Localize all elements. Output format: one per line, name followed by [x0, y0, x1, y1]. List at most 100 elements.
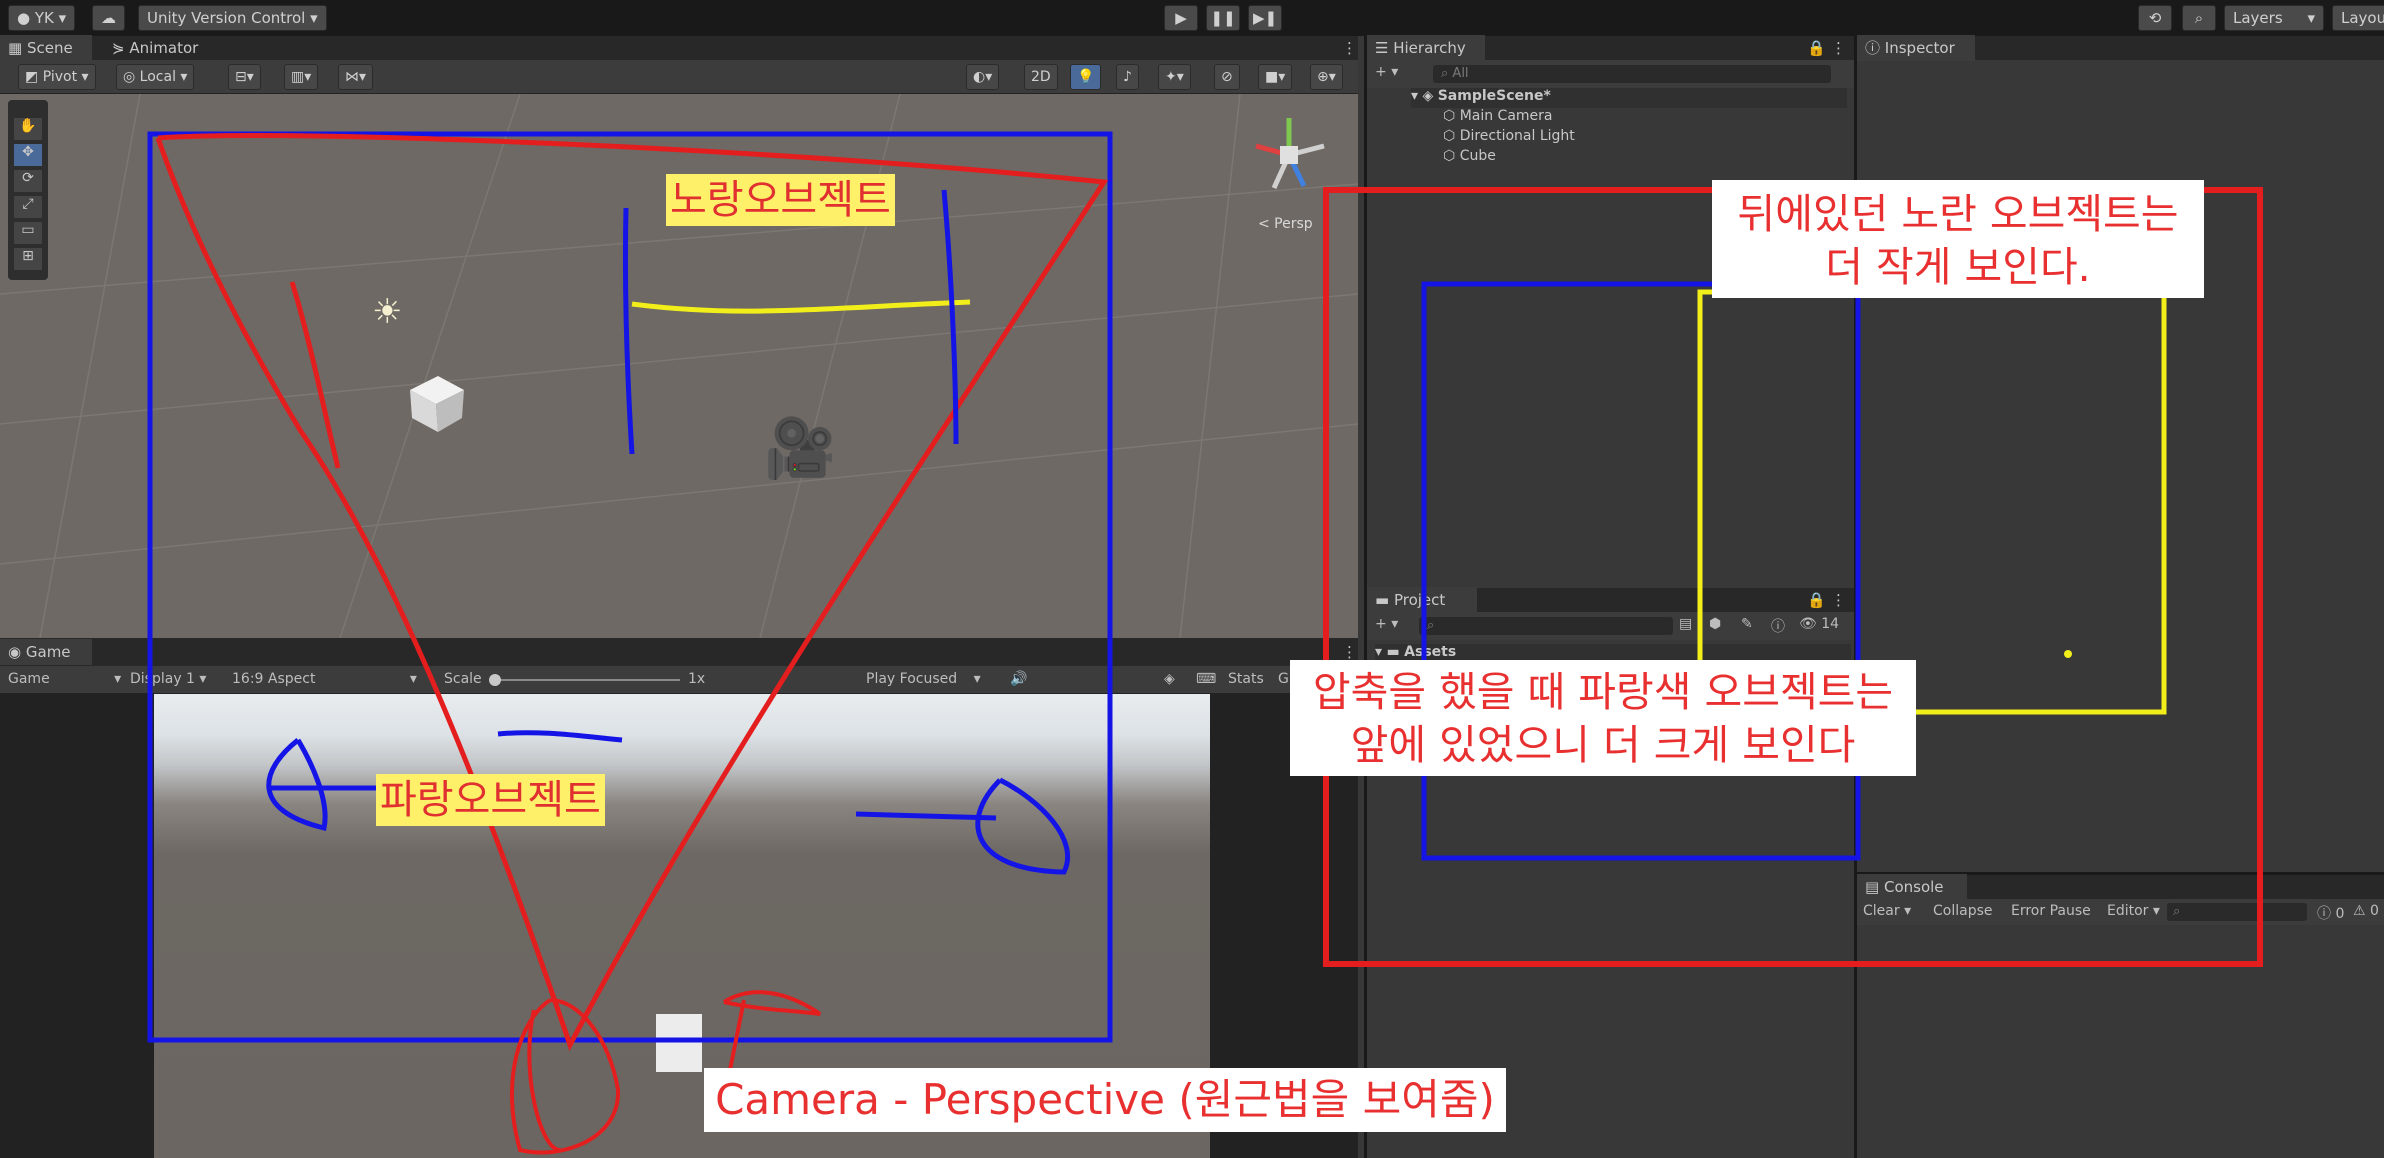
console-warning-count[interactable]: ⚠ 0 [2353, 903, 2379, 919]
game-dropdown[interactable]: Game ▾ [8, 671, 121, 687]
unity-scene-icon: ◈ [1422, 88, 1434, 104]
folder-icon: ▬ [1375, 591, 1390, 609]
hierarchy-item-label: Main Camera [1459, 108, 1553, 124]
tab-game-label: Game [25, 643, 71, 661]
layers-label: Layers [2233, 9, 2283, 27]
play-focused-dropdown[interactable]: Play Focused ▾ [866, 671, 981, 687]
create-dropdown[interactable]: + ▾ [1375, 64, 1398, 80]
play-button[interactable]: ▶ [1164, 5, 1198, 31]
increment-snap-button[interactable]: ⋈▾ [338, 64, 374, 90]
console-log-count[interactable]: ⓘ 0 [2317, 903, 2344, 923]
far-object-note-line2: 더 작게 보인다. [1825, 243, 2091, 292]
rotate-tool-icon[interactable]: ⟳ [14, 170, 42, 192]
hidden-objects-toggle[interactable]: ⊘ [1214, 64, 1240, 90]
effects-dropdown[interactable]: ✦▾ [1158, 64, 1191, 90]
search-button[interactable]: ⌕ [2182, 5, 2216, 31]
console-clear-dropdown[interactable]: Clear ▾ [1863, 903, 1911, 919]
audio-mute-button[interactable]: 🔊 [1010, 671, 1027, 687]
hierarchy-search-placeholder: All [1452, 66, 1469, 81]
cube-object[interactable] [402, 368, 472, 438]
hierarchy-search[interactable]: ⌕ All [1433, 65, 1831, 83]
console-error-pause-button[interactable]: Error Pause [2011, 903, 2091, 919]
frame-debugger-button[interactable]: ◈ [1164, 671, 1175, 687]
gameobject-icon: ⬡ [1443, 108, 1456, 124]
project-create-dropdown[interactable]: + ▾ [1375, 616, 1398, 632]
info-button[interactable]: ⓘ [1771, 616, 1785, 636]
scale-tool-icon[interactable]: ⤢ [14, 196, 42, 218]
project-toolbar: + ▾ ⌕ ▤ ⬢ ✎ ⓘ 👁 14 [1367, 612, 1857, 640]
pivot-dropdown[interactable]: ◩ Pivot ▾ [18, 64, 96, 90]
account-dropdown[interactable]: ● YK ▾ [8, 5, 76, 31]
snap-grid-button[interactable]: ⊟▾ [228, 64, 261, 90]
history-button[interactable]: ⟲ [2138, 5, 2172, 31]
tab-game[interactable]: ◉ Game [0, 639, 92, 665]
filter-type-button[interactable]: ▤ [1679, 616, 1692, 632]
game-dropdown-label: Game [8, 671, 50, 687]
scale-label: Scale [444, 671, 482, 687]
scale-slider-handle[interactable] [489, 674, 501, 686]
chevron-down-icon: ▾ [81, 69, 89, 85]
pivot-icon: ◩ [25, 69, 39, 85]
audio-toggle[interactable]: ♪ [1116, 64, 1139, 90]
console-editor-dropdown[interactable]: Editor ▾ [2107, 903, 2160, 919]
gizmos-dropdown[interactable]: ⊕▾ [1310, 64, 1343, 90]
layout-dropdown[interactable]: Layout [2332, 5, 2384, 31]
scale-slider[interactable] [489, 674, 680, 686]
aspect-dropdown[interactable]: 16:9 Aspect ▾ [232, 671, 417, 687]
scene-toolbar: ◩ Pivot ▾ ◎ Local ▾ ⊟▾ ▥▾ ⋈▾ ◐▾ 2D 💡 ♪ ✦… [0, 60, 1358, 94]
scene-panel-menu[interactable]: ⋮ [1334, 35, 1357, 61]
scene-orientation-gizmo[interactable] [1244, 110, 1334, 200]
grid-snap-button[interactable]: ▥▾ [284, 64, 319, 90]
hidden-count[interactable]: 👁 14 [1799, 616, 1839, 632]
cloud-button[interactable]: ☁ [92, 5, 125, 31]
local-icon: ◎ [123, 69, 136, 85]
tab-hierarchy[interactable]: ☰ Hierarchy [1367, 35, 1485, 61]
hierarchy-lock[interactable]: 🔒 [1799, 35, 1826, 61]
hierarchy-menu[interactable]: ⋮ [1823, 35, 1846, 61]
tab-scene[interactable]: ▦ Scene [0, 35, 92, 61]
move-tool-icon[interactable]: ✥ [14, 144, 42, 166]
tab-animator[interactable]: ⋟ Animator [104, 35, 198, 61]
console-collapse-button[interactable]: Collapse [1933, 903, 1993, 919]
project-lock[interactable]: 🔒 [1799, 587, 1826, 613]
main-camera-icon[interactable]: 🎥 [764, 414, 836, 483]
hierarchy-item-cube[interactable]: ⬡ Cube [1443, 148, 1496, 164]
filter-label-button[interactable]: ⬢ [1709, 616, 1721, 632]
layers-dropdown[interactable]: Layers ▾ [2224, 5, 2324, 31]
console-search[interactable]: ⌕ [2167, 903, 2307, 921]
game-controller-icon: ◉ [8, 643, 22, 661]
stats-button[interactable]: Stats [1228, 671, 1264, 687]
directional-light-icon[interactable]: ☀ [372, 292, 402, 332]
lighting-toggle[interactable]: 💡 [1070, 64, 1102, 90]
view-tool-hand-icon[interactable]: ✋ [14, 118, 42, 140]
pause-button[interactable]: ❚❚ [1206, 5, 1240, 31]
hierarchy-item-directional-light[interactable]: ⬡ Directional Light [1443, 128, 1575, 144]
far-object-note-line1: 뒤에있던 노란 오브젝트는 [1737, 190, 2179, 238]
project-search[interactable]: ⌕ [1419, 617, 1673, 635]
tab-inspector[interactable]: ⓘ Inspector [1857, 35, 1975, 61]
hierarchy-item-main-camera[interactable]: ⬡ Main Camera [1443, 108, 1553, 124]
draw-mode-dropdown[interactable]: ◐▾ [966, 64, 1000, 90]
version-control-dropdown[interactable]: Unity Version Control ▾ [138, 5, 327, 31]
chevron-down-icon: ▾ [58, 9, 67, 27]
tab-project[interactable]: ▬ Project [1367, 587, 1477, 613]
keyboard-button[interactable]: ⌨ [1196, 671, 1216, 687]
transform-tool-icon[interactable]: ⊞ [14, 248, 42, 270]
camera-settings-dropdown[interactable]: ■▾ [1258, 64, 1293, 90]
toggle-2d-button[interactable]: 2D [1024, 64, 1058, 90]
scene-tools: ✋ ✥ ⟳ ⤢ ▭ ⊞ [8, 100, 48, 280]
hierarchy-scene-row[interactable]: ▾ ◈ SampleScene* [1411, 88, 1847, 108]
near-object-note-line2: 앞에 있었으니 더 크게 보인다 [1350, 721, 1856, 770]
favorite-button[interactable]: ✎ [1741, 616, 1753, 632]
local-dropdown[interactable]: ◎ Local ▾ [116, 64, 195, 90]
step-button[interactable]: ▶❚ [1248, 5, 1282, 31]
display-dropdown[interactable]: Display 1 ▾ [130, 671, 206, 687]
persp-label[interactable]: < Persp [1258, 216, 1313, 232]
project-menu[interactable]: ⋮ [1823, 587, 1846, 613]
rect-tool-icon[interactable]: ▭ [14, 222, 42, 244]
tab-console[interactable]: ▤ Console [1857, 874, 1967, 900]
gizmos-button[interactable]: G [1278, 671, 1289, 687]
info-icon: ⓘ [1865, 39, 1881, 57]
info-icon: ⓘ [1771, 619, 1785, 635]
gameobject-icon: ⬡ [1443, 128, 1456, 144]
